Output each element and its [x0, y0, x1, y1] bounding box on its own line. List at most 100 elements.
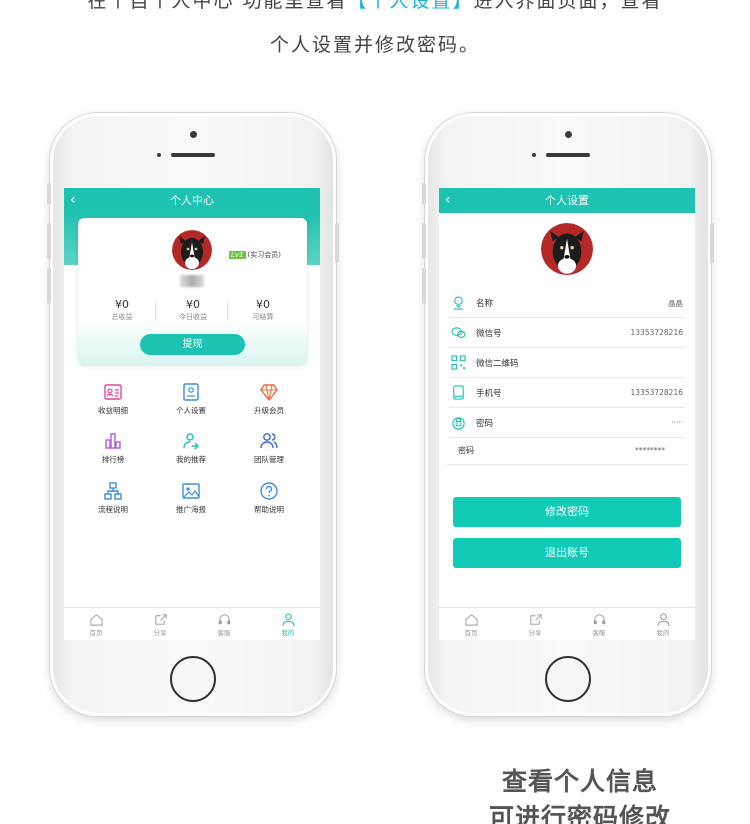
header-title: 个人设置	[545, 194, 589, 207]
row-label: 密码	[476, 419, 494, 429]
tab-label: 首页	[464, 629, 478, 637]
grid-item-income-detail[interactable]: 收益明细	[78, 382, 148, 416]
grid-item-team-management[interactable]: 团队管理	[234, 431, 304, 465]
logout-button[interactable]: 退出账号	[453, 538, 681, 568]
grid-item-label: 推广海报	[176, 505, 206, 514]
process-flow-icon	[104, 482, 122, 500]
row-value: ·····	[671, 418, 683, 427]
change-password-button[interactable]: 修改密码	[453, 497, 681, 527]
tab-customer-service[interactable]: 客服	[574, 612, 624, 637]
row-password[interactable]: 密码 ·····	[449, 408, 685, 438]
power-button	[710, 223, 714, 263]
back-arrow-icon[interactable]: ‹	[445, 188, 451, 212]
tab-label: 我的	[281, 629, 295, 637]
row-name[interactable]: 名称 晶晶	[449, 288, 685, 318]
avatar[interactable]	[541, 223, 593, 275]
row-label: 微信二维码	[476, 359, 519, 369]
income-detail-icon	[104, 384, 122, 400]
tab-label: 客服	[217, 629, 231, 637]
tab-mine[interactable]: 我的	[263, 612, 313, 637]
password-input-row[interactable]: 密码 ********	[447, 438, 687, 465]
qr-code-icon	[451, 355, 466, 370]
volume-down-button	[422, 268, 426, 304]
stat-divider	[155, 302, 156, 320]
tab-customer-service[interactable]: 客服	[199, 612, 249, 637]
grid-item-promo-poster[interactable]: 推广海报	[156, 481, 226, 515]
intro-text-post: 进入界面页面，查看	[473, 0, 663, 12]
grid-item-process-flow[interactable]: 流程说明	[78, 481, 148, 515]
phone-mockup-right: ‹ 个人设置 名称 晶晶 微信号 13353728216 微信二维码 手机号 1…	[422, 113, 714, 716]
stat-amount: ¥0	[186, 298, 200, 311]
avatar[interactable]	[172, 230, 212, 270]
home-icon	[89, 614, 103, 626]
stat-settleable[interactable]: ¥0 可结算	[233, 298, 293, 322]
share-icon	[529, 614, 542, 625]
row-label: 手机号	[476, 389, 502, 399]
tab-label: 分享	[528, 629, 542, 637]
row-label: 微信号	[476, 329, 502, 339]
row-label: 名称	[476, 299, 494, 309]
caption-line1: 查看个人信息	[501, 767, 658, 796]
wechat-icon	[451, 327, 466, 338]
sensor-dot	[157, 153, 161, 157]
profile-icon	[281, 613, 295, 627]
app-header: ‹ 个人中心	[64, 188, 320, 213]
withdraw-button[interactable]: 提现	[140, 334, 245, 355]
grid-item-label: 流程说明	[98, 505, 128, 514]
dog-avatar-icon	[541, 223, 593, 275]
team-management-icon	[260, 433, 278, 449]
personal-settings-icon	[183, 383, 199, 401]
header-title: 个人中心	[170, 194, 214, 207]
back-arrow-icon[interactable]: ‹	[70, 188, 76, 212]
stat-today-income[interactable]: ¥0 今日收益	[163, 298, 223, 322]
bottom-tab-bar: 首页 分享 客服 我的	[64, 607, 320, 640]
dog-avatar-icon	[172, 230, 212, 270]
ranking-icon	[105, 433, 121, 449]
tab-share[interactable]: 分享	[135, 612, 185, 637]
member-level-badge: Lv1 (实习会员)	[229, 250, 281, 260]
row-value: 晶晶	[668, 299, 683, 308]
member-level-text: (实习会员)	[247, 251, 281, 259]
grid-item-ranking[interactable]: 排行榜	[78, 431, 148, 465]
tab-home[interactable]: 首页	[71, 612, 121, 637]
power-button	[335, 223, 339, 263]
row-wechat-qr[interactable]: 微信二维码	[449, 348, 685, 378]
intro-text-line2: 个人设置并修改密码。	[269, 34, 480, 56]
mobile-phone-icon	[453, 385, 464, 400]
intro-text-pre: 在个自个人中心 功能里查看	[87, 0, 348, 12]
poster-image-icon	[182, 483, 200, 499]
headset-icon	[218, 614, 230, 625]
share-icon	[154, 614, 167, 625]
tab-label: 我的	[656, 629, 670, 637]
help-icon	[260, 482, 278, 500]
row-mobile[interactable]: 手机号 13353728216	[449, 378, 685, 408]
grid-item-upgrade-member[interactable]: 升级会员	[234, 382, 304, 416]
volume-down-button	[47, 268, 51, 304]
phone-mockup-left: ‹ 个人中心 Lv1 (实习会员) ¥0 总收益 ¥0 今日收益 ¥0 可结算 …	[47, 113, 339, 716]
tab-home[interactable]: 首页	[446, 612, 496, 637]
grid-item-my-referrals[interactable]: 我的推荐	[156, 431, 226, 465]
front-camera	[190, 131, 197, 138]
grid-item-help[interactable]: 帮助说明	[234, 481, 304, 515]
stat-total-income[interactable]: ¥0 总收益	[92, 298, 152, 322]
tab-label: 首页	[89, 629, 103, 637]
intro-text-line1: 在个自个人中心 功能里查看【个人设置】进入界面页面，查看	[0, 0, 750, 13]
password-field-value: ********	[635, 446, 665, 455]
grid-item-personal-settings[interactable]: 个人设置	[156, 382, 226, 416]
lock-icon	[452, 417, 465, 430]
stat-amount: ¥0	[256, 298, 270, 311]
bottom-tab-bar: 首页 分享 客服 我的	[439, 607, 695, 640]
home-button[interactable]	[545, 656, 591, 702]
grid-item-label: 帮助说明	[254, 505, 284, 514]
password-field-label: 密码	[458, 446, 474, 455]
app-header: ‹ 个人设置	[439, 188, 695, 213]
mute-switch	[422, 183, 426, 205]
caption-line2: 可进行密码修改	[488, 803, 671, 824]
tab-share[interactable]: 分享	[510, 612, 560, 637]
profile-center-screen: ‹ 个人中心 Lv1 (实习会员) ¥0 总收益 ¥0 今日收益 ¥0 可结算 …	[64, 188, 320, 640]
row-wechat-id[interactable]: 微信号 13353728216	[449, 318, 685, 348]
home-button[interactable]	[170, 656, 216, 702]
tab-label: 客服	[592, 629, 606, 637]
upgrade-diamond-icon	[260, 384, 278, 402]
tab-mine[interactable]: 我的	[638, 612, 688, 637]
